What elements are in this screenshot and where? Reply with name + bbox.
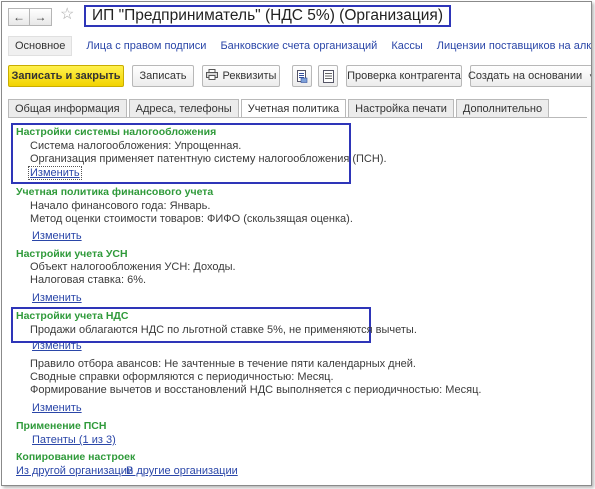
command-bar: Записать и закрыть Записать Реквизиты Пр… — [8, 65, 591, 87]
vat-edit-link-2[interactable]: Изменить — [32, 402, 82, 414]
printer-icon — [205, 69, 218, 83]
fin-policy-line: Начало финансового года: Январь. — [30, 200, 211, 212]
vat-line: Правило отбора авансов: Не зачтенные в т… — [30, 358, 416, 370]
list-icon — [322, 69, 334, 83]
dropdown-arrow-icon: ▼ — [588, 72, 591, 81]
save-and-close-button[interactable]: Записать и закрыть — [8, 65, 124, 87]
forward-button[interactable]: → — [30, 8, 52, 26]
section-link-signers[interactable]: Лица с правом подписи — [86, 40, 206, 52]
copy-from-org-link[interactable]: Из другой организации — [16, 465, 133, 477]
tax-system-edit-link[interactable]: Изменить — [28, 166, 82, 180]
vat-line: Формирование вычетов и восстановлений НД… — [30, 384, 482, 396]
requisites-button[interactable]: Реквизиты — [202, 65, 280, 87]
psn-title: Применение ПСН — [16, 420, 107, 432]
section-link-cash-desks[interactable]: Кассы — [391, 40, 422, 52]
tax-system-title: Настройки системы налогообложения — [16, 126, 217, 138]
patents-link[interactable]: Патенты (1 из 3) — [32, 434, 116, 446]
copy-settings-title: Копирование настроек — [16, 451, 136, 463]
fin-policy-edit-link[interactable]: Изменить — [32, 230, 82, 242]
section-main[interactable]: Основное — [8, 36, 73, 56]
vat-line: Сводные справки оформляются с периодично… — [30, 371, 334, 383]
tab-additional[interactable]: Дополнительно — [455, 99, 550, 117]
vat-title: Настройки учета НДС — [16, 310, 129, 322]
copy-to-orgs-link[interactable]: В другие организации — [126, 465, 238, 477]
tab-general-info[interactable]: Общая информация — [8, 99, 127, 117]
fin-policy-line: Метод оценки стоимости товаров: ФИФО (ск… — [30, 213, 353, 225]
section-link-bank-accounts[interactable]: Банковские счета организаций — [220, 40, 377, 52]
back-button[interactable]: ← — [8, 8, 30, 26]
tab-addresses-phones[interactable]: Адреса, телефоны — [128, 99, 239, 117]
window-title: ИП "Предприниматель" (НДС 5%) (Организац… — [84, 5, 451, 27]
section-link-licenses[interactable]: Лицензии поставщиков на алкогольную и сп… — [437, 40, 591, 52]
vat-line: Продажи облагаются НДС по льготной ставк… — [30, 324, 417, 336]
usn-line: Объект налогообложения УСН: Доходы. — [30, 261, 236, 273]
accounting-policy-panel: Настройки системы налогообложения Систем… — [8, 117, 587, 481]
fin-policy-title: Учетная политика финансового учета — [16, 186, 214, 198]
nav-buttons: ← → — [8, 8, 52, 26]
create-based-on-button[interactable]: Создать на основании ▼ — [467, 65, 591, 87]
form-window: ← → ☆ ИП "Предприниматель" (НДС 5%) (Орг… — [1, 1, 592, 486]
section-links: Основное Лица с правом подписи Банковски… — [8, 36, 591, 56]
report-list-button[interactable] — [318, 65, 338, 87]
usn-line: Налоговая ставка: 6%. — [30, 274, 147, 286]
tab-accounting-policy[interactable]: Учетная политика — [240, 99, 347, 118]
vat-edit-link-1[interactable]: Изменить — [32, 340, 82, 352]
requisites-label: Реквизиты — [222, 70, 277, 82]
tax-system-line: Организация применяет патентную систему … — [30, 153, 387, 165]
favorite-star-icon[interactable]: ☆ — [60, 6, 74, 24]
document-icon — [297, 69, 308, 83]
arrow-left-icon: ← — [13, 10, 25, 24]
tax-system-line: Система налогообложения: Упрощенная. — [30, 140, 242, 152]
check-contractor-button[interactable]: Проверка контрагента — [346, 65, 462, 87]
usn-edit-link[interactable]: Изменить — [32, 292, 82, 304]
save-button[interactable]: Записать — [132, 65, 194, 87]
usn-title: Настройки учета УСН — [16, 248, 128, 260]
attach-file-button[interactable] — [292, 65, 312, 87]
tab-bar: Общая информация Адреса, телефоны Учетна… — [8, 99, 591, 118]
arrow-right-icon: → — [34, 10, 47, 24]
tab-print-settings[interactable]: Настройка печати — [348, 99, 454, 117]
create-based-on-label: Создать на основании — [467, 70, 583, 82]
